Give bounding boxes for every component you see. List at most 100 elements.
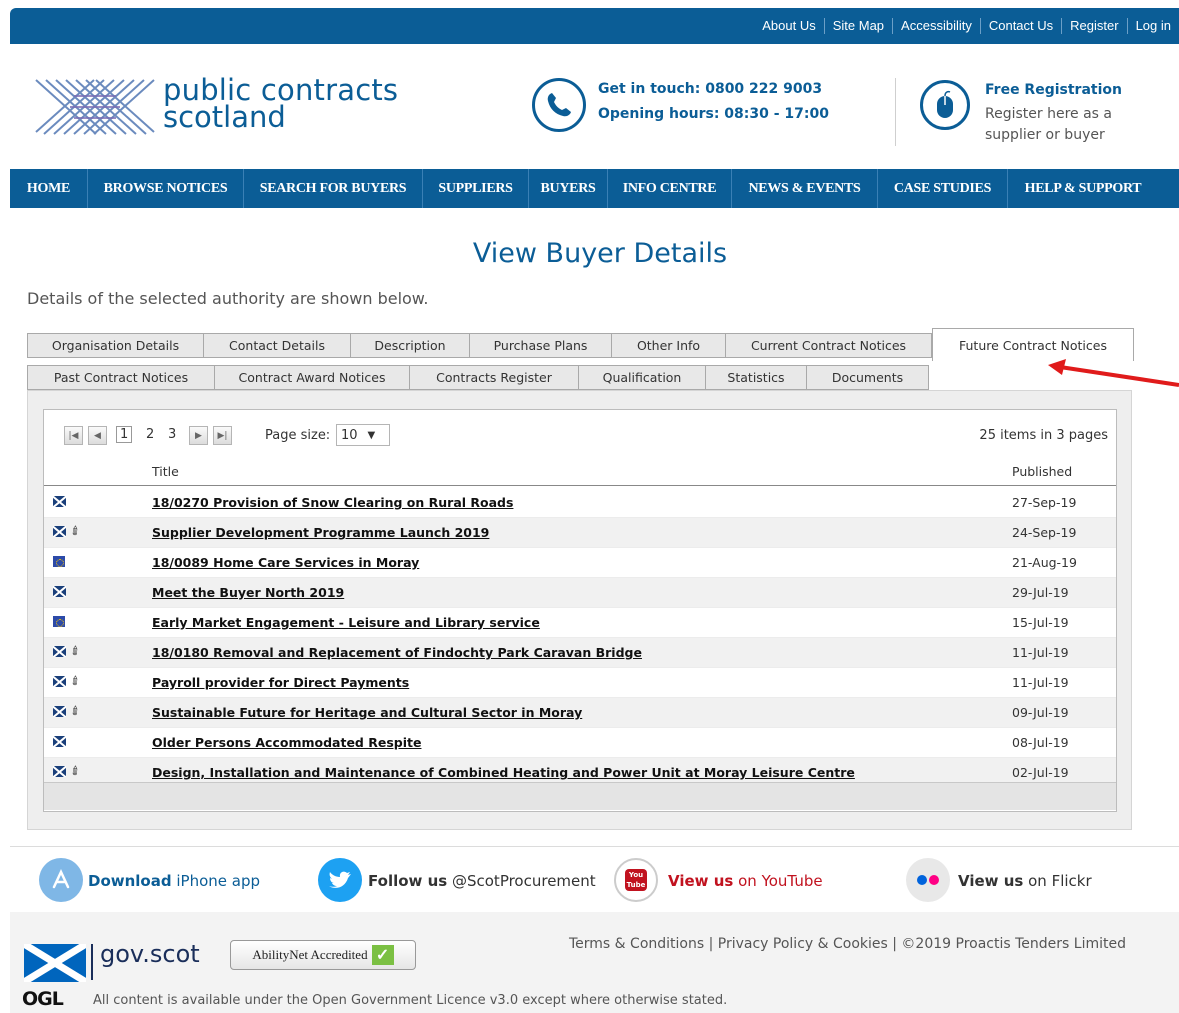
view-on-flickr-link[interactable]: View us on Flickr (958, 872, 1092, 890)
row-icons: ✐ (53, 642, 85, 660)
notice-published-date: 27-Sep-19 (1012, 495, 1077, 510)
youtube-bold: View us (668, 872, 734, 890)
nav-search-for-buyers[interactable]: SEARCH FOR BUYERS (244, 169, 423, 208)
tab-documents[interactable]: Documents (806, 365, 929, 390)
next-page-icon[interactable]: ▶ (189, 426, 208, 445)
about-us-link[interactable]: About Us (754, 18, 823, 34)
youtube-icon-text: You Tube (625, 869, 647, 891)
notice-title-link[interactable]: Meet the Buyer North 2019 (152, 585, 344, 600)
tab-contact-details[interactable]: Contact Details (203, 333, 351, 358)
ogl-logo[interactable]: OGL (22, 988, 64, 1010)
main-nav: HOME BROWSE NOTICES SEARCH FOR BUYERS SU… (10, 169, 1179, 208)
table-row: ✐ 18/0180 Removal and Replacement of Find… (44, 638, 1116, 668)
tab-contracts-register[interactable]: Contracts Register (409, 365, 579, 390)
log-in-link[interactable]: Log in (1126, 18, 1179, 34)
column-title[interactable]: Title (152, 464, 179, 479)
first-page-icon[interactable]: |◀ (64, 426, 83, 445)
row-icons: ✐ (53, 673, 84, 690)
tab-contract-award-notices[interactable]: Contract Award Notices (214, 365, 410, 390)
notice-title-link[interactable]: 18/0089 Home Care Services in Moray (152, 555, 419, 570)
page-size-select[interactable]: 10 ▼ (336, 424, 390, 446)
tab-organisation-details[interactable]: Organisation Details (27, 333, 204, 358)
abilitynet-text: AbilityNet Accredited (252, 947, 368, 962)
table-row: 18/0270 Provision of Snow Clearing on Ru… (44, 488, 1116, 518)
legal-links[interactable]: Terms & Conditions | Privacy Policy & Co… (569, 936, 1126, 952)
attachment-icon: ✐ (67, 762, 85, 780)
nav-buyers[interactable]: BUYERS (529, 169, 608, 208)
flickr-rest: on Flickr (1023, 872, 1092, 890)
top-utility-bar: About Us Site Map Accessibility Contact … (10, 8, 1179, 44)
licence-text: All content is available under the Open … (93, 993, 728, 1008)
row-icons: ✐ (53, 702, 85, 720)
prev-page-icon[interactable]: ◀ (88, 426, 107, 445)
tab-qualification[interactable]: Qualification (578, 365, 706, 390)
follow-us-link[interactable]: Follow us @ScotProcurement (368, 872, 596, 890)
page-1-link[interactable]: 1 (116, 426, 133, 443)
notice-published-date: 21-Aug-19 (1012, 555, 1077, 570)
iphone-bold: Download (88, 872, 172, 890)
twitter-rest: @ScotProcurement (447, 872, 596, 890)
notice-title-link[interactable]: Early Market Engagement - Leisure and Li… (152, 615, 540, 630)
page-3-link[interactable]: 3 (168, 427, 176, 442)
free-registration-link[interactable]: Free Registration (985, 82, 1122, 98)
flickr-icon[interactable] (906, 858, 950, 902)
row-icons (53, 586, 66, 597)
tab-description[interactable]: Description (350, 333, 470, 358)
nav-news-events[interactable]: NEWS & EVENTS (732, 169, 878, 208)
notice-published-date: 11-Jul-19 (1012, 675, 1069, 690)
notice-title-link[interactable]: Payroll provider for Direct Payments (152, 675, 409, 690)
view-on-youtube-link[interactable]: View us on YouTube (668, 872, 823, 890)
register-link[interactable]: Register (1061, 18, 1126, 34)
notice-title-link[interactable]: Older Persons Accommodated Respite (152, 735, 421, 750)
table-row: Older Persons Accommodated Respite 08-Jul… (44, 728, 1116, 758)
row-icons (53, 616, 65, 627)
row-icons (53, 496, 66, 507)
notice-title-link[interactable]: Supplier Development Programme Launch 20… (152, 525, 489, 540)
saltire-flag-icon[interactable] (24, 944, 86, 982)
attachment-icon: ✐ (67, 702, 85, 720)
govscot-link[interactable]: gov.scot (100, 940, 200, 968)
page-2-link[interactable]: 2 (146, 427, 154, 442)
dropdown-arrow-icon: ▼ (367, 429, 376, 441)
notice-title-link[interactable]: Design, Installation and Maintenance of … (152, 765, 855, 780)
phone-icon (532, 78, 586, 132)
flickr-bold: View us (958, 872, 1024, 890)
nav-home[interactable]: HOME (10, 169, 88, 208)
items-info: 25 items in 3 pages (979, 428, 1108, 443)
saltire-icon (53, 736, 66, 747)
abilitynet-badge[interactable]: AbilityNet Accredited ✓ (230, 940, 416, 970)
youtube-icon[interactable]: You Tube (614, 858, 658, 902)
notice-title-link[interactable]: Sustainable Future for Heritage and Cult… (152, 705, 582, 720)
nav-browse-notices[interactable]: BROWSE NOTICES (88, 169, 244, 208)
mouse-icon[interactable] (920, 80, 970, 130)
nav-case-studies[interactable]: CASE STUDIES (878, 169, 1008, 208)
logo-line2[interactable]: scotland (163, 103, 286, 132)
row-icons: ✐ (53, 523, 84, 540)
iphone-rest: iPhone app (171, 872, 261, 890)
column-published[interactable]: Published (1012, 464, 1072, 479)
site-map-link[interactable]: Site Map (823, 18, 892, 34)
tab-statistics[interactable]: Statistics (705, 365, 807, 390)
attachment-icon: ✐ (67, 642, 85, 660)
table-row: Meet the Buyer North 2019 29-Jul-19 (44, 578, 1116, 608)
notice-title-link[interactable]: 18/0270 Provision of Snow Clearing on Ru… (152, 495, 513, 510)
tab-other-info[interactable]: Other Info (611, 333, 726, 358)
twitter-icon[interactable] (318, 858, 362, 902)
accessibility-link[interactable]: Accessibility (892, 18, 980, 34)
app-store-icon[interactable] (39, 858, 83, 902)
nav-info-centre[interactable]: INFO CENTRE (608, 169, 732, 208)
notice-title-link[interactable]: 18/0180 Removal and Replacement of Findo… (152, 645, 642, 660)
download-iphone-app-link[interactable]: Download iPhone app (88, 872, 260, 890)
tab-past-contract-notices[interactable]: Past Contract Notices (27, 365, 215, 390)
contact-us-link[interactable]: Contact Us (979, 18, 1061, 34)
grid-header: Title Published (44, 458, 1116, 486)
tab-current-contract-notices[interactable]: Current Contract Notices (725, 333, 932, 358)
nav-help-support[interactable]: HELP & SUPPORT (1008, 169, 1158, 208)
saltire-logo-icon[interactable] (34, 76, 156, 138)
last-page-icon[interactable]: ▶| (213, 426, 232, 445)
saltire-icon (53, 586, 66, 597)
govscot-divider (91, 944, 93, 980)
row-icons (53, 556, 65, 567)
nav-suppliers[interactable]: SUPPLIERS (423, 169, 529, 208)
tab-purchase-plans[interactable]: Purchase Plans (469, 333, 612, 358)
